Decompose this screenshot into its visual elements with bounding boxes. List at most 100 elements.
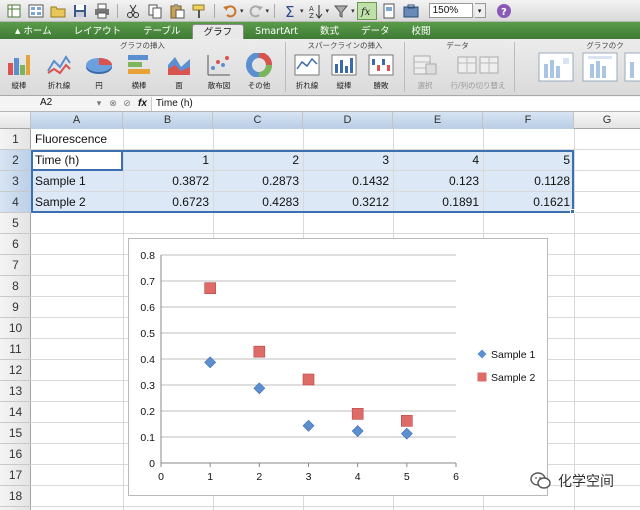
chevron-down-icon[interactable]: ▾ bbox=[266, 7, 270, 15]
sort-icon[interactable]: AZ bbox=[306, 2, 326, 20]
filter-icon[interactable] bbox=[331, 2, 351, 20]
tab-table[interactable]: テーブル bbox=[132, 24, 191, 39]
scatter-chart[interactable]: 0 0.1 0.2 0.3 0.4 0.5 0.6 0.7 0.8 0 1 2 3 4 5 6 Sample 1… bbox=[128, 238, 548, 496]
chevron-down-icon[interactable]: ▾ bbox=[474, 3, 486, 18]
tab-layout[interactable]: レイアウト bbox=[63, 24, 133, 39]
cell-e3[interactable]: 0.123 bbox=[393, 171, 483, 192]
row-header[interactable]: 11 bbox=[0, 339, 31, 360]
templates-icon[interactable] bbox=[26, 2, 46, 20]
tab-formulas[interactable]: 数式 bbox=[309, 24, 350, 39]
scatter-chart-button[interactable]: 散布図 bbox=[202, 52, 236, 94]
column-header-f[interactable]: F bbox=[483, 112, 574, 129]
tab-review[interactable]: 校閲 bbox=[400, 24, 441, 39]
bar-chart-button[interactable]: 横棒 bbox=[122, 52, 156, 94]
function-icon[interactable]: fx bbox=[356, 1, 377, 20]
cell-c2[interactable]: 2 bbox=[213, 150, 303, 171]
gallery-icon[interactable] bbox=[379, 2, 399, 20]
cell-a2[interactable]: Time (h) bbox=[31, 150, 123, 171]
row-header[interactable]: 8 bbox=[0, 276, 31, 297]
cell-b2[interactable]: 1 bbox=[123, 150, 213, 171]
row-header[interactable]: 15 bbox=[0, 423, 31, 444]
chevron-down-icon[interactable]: ▾ bbox=[300, 7, 304, 15]
row-header[interactable]: 16 bbox=[0, 444, 31, 465]
quick-layout-1-button[interactable] bbox=[536, 52, 576, 96]
sparkline-line-button[interactable]: 折れ線 bbox=[290, 52, 324, 94]
chevron-down-icon[interactable]: ▾ bbox=[326, 7, 330, 15]
select-all-button[interactable] bbox=[0, 112, 31, 129]
confirm-entry-icon[interactable]: ⊘ bbox=[120, 98, 134, 109]
cell-c4[interactable]: 0.4283 bbox=[213, 192, 303, 213]
quick-layout-3-button[interactable] bbox=[622, 52, 640, 96]
insert-function-button[interactable]: fx bbox=[138, 98, 147, 109]
column-chart-button[interactable]: 縦棒 bbox=[2, 52, 36, 94]
cancel-entry-icon[interactable]: ⊗ bbox=[106, 98, 120, 109]
row-header[interactable]: 10 bbox=[0, 318, 31, 339]
row-header[interactable]: 7 bbox=[0, 255, 31, 276]
select-data-button[interactable]: 選択 bbox=[408, 52, 442, 94]
chevron-down-icon[interactable]: ▾ bbox=[240, 7, 244, 15]
tab-data[interactable]: データ bbox=[350, 24, 401, 39]
cell-a1[interactable]: Fluorescence bbox=[31, 129, 213, 150]
cell-f3[interactable]: 0.1128 bbox=[483, 171, 574, 192]
cell-b3[interactable]: 0.3872 bbox=[123, 171, 213, 192]
tab-chart[interactable]: グラフ bbox=[191, 24, 245, 39]
row-header[interactable]: 5 bbox=[0, 213, 31, 234]
chevron-down-icon[interactable]: ▾ bbox=[351, 7, 355, 15]
quick-layout-2-button[interactable] bbox=[580, 52, 620, 96]
undo-icon[interactable] bbox=[220, 2, 240, 20]
cell-e2[interactable]: 4 bbox=[393, 150, 483, 171]
other-chart-button[interactable]: その他 bbox=[242, 52, 276, 94]
row-header[interactable]: 3 bbox=[0, 171, 31, 192]
cell-a4[interactable]: Sample 2 bbox=[31, 192, 123, 213]
cell-b4[interactable]: 0.6723 bbox=[123, 192, 213, 213]
formula-input[interactable]: Time (h) bbox=[150, 96, 640, 111]
column-header-b[interactable]: B bbox=[123, 112, 213, 129]
cell-e4[interactable]: 0.1891 bbox=[393, 192, 483, 213]
print-icon[interactable] bbox=[92, 2, 112, 20]
format-painter-icon[interactable] bbox=[189, 2, 209, 20]
cell-a3[interactable]: Sample 1 bbox=[31, 171, 123, 192]
cell-c3[interactable]: 0.2873 bbox=[213, 171, 303, 192]
cell-f4[interactable]: 0.1621 bbox=[483, 192, 574, 213]
copy-icon[interactable] bbox=[145, 2, 165, 20]
switch-row-column-button[interactable]: 行/列の切り替え bbox=[448, 52, 508, 94]
column-header-d[interactable]: D bbox=[303, 112, 393, 129]
paste-icon[interactable] bbox=[167, 2, 187, 20]
row-header[interactable]: 12 bbox=[0, 360, 31, 381]
toolbox-icon[interactable] bbox=[401, 2, 421, 20]
row-header[interactable]: 1 bbox=[0, 129, 31, 150]
save-icon[interactable] bbox=[70, 2, 90, 20]
row-header[interactable]: 9 bbox=[0, 297, 31, 318]
sparkline-winloss-button[interactable]: 勝敗 bbox=[364, 52, 398, 94]
row-header[interactable]: 4 bbox=[0, 192, 31, 213]
autosum-icon[interactable]: Σ bbox=[280, 2, 300, 20]
open-folder-icon[interactable] bbox=[48, 2, 68, 20]
area-chart-button[interactable]: 面 bbox=[162, 52, 196, 94]
column-header-a[interactable]: A bbox=[31, 112, 123, 129]
zoom-select[interactable]: 150% bbox=[428, 3, 473, 18]
row-header[interactable]: 14 bbox=[0, 402, 31, 423]
row-header[interactable]: 2 bbox=[0, 150, 31, 171]
row-header[interactable]: 17 bbox=[0, 465, 31, 486]
redo-icon[interactable] bbox=[246, 2, 266, 20]
column-header-c[interactable]: C bbox=[213, 112, 303, 129]
row-header[interactable]: 13 bbox=[0, 381, 31, 402]
new-workbook-icon[interactable] bbox=[4, 2, 24, 20]
cell-d4[interactable]: 0.3212 bbox=[303, 192, 393, 213]
tab-smartart[interactable]: SmartArt bbox=[244, 24, 309, 39]
pie-chart-button[interactable]: 円 bbox=[82, 52, 116, 94]
help-icon[interactable]: ? bbox=[494, 2, 514, 20]
row-header[interactable]: 6 bbox=[0, 234, 31, 255]
cell-f2[interactable]: 5 bbox=[483, 150, 574, 171]
tab-home[interactable]: ▲ ホーム bbox=[4, 24, 63, 39]
cell-d2[interactable]: 3 bbox=[303, 150, 393, 171]
column-header-e[interactable]: E bbox=[393, 112, 483, 129]
cut-icon[interactable] bbox=[123, 2, 143, 20]
cell-d3[interactable]: 0.1432 bbox=[303, 171, 393, 192]
line-chart-button[interactable]: 折れ線 bbox=[42, 52, 76, 94]
name-box[interactable]: A2 bbox=[0, 97, 92, 111]
row-header[interactable]: 18 bbox=[0, 486, 31, 507]
sparkline-column-button[interactable]: 縦棒 bbox=[327, 52, 361, 94]
name-box-dropdown-icon[interactable]: ▾ bbox=[92, 98, 106, 109]
column-header-g[interactable]: G bbox=[574, 112, 640, 129]
